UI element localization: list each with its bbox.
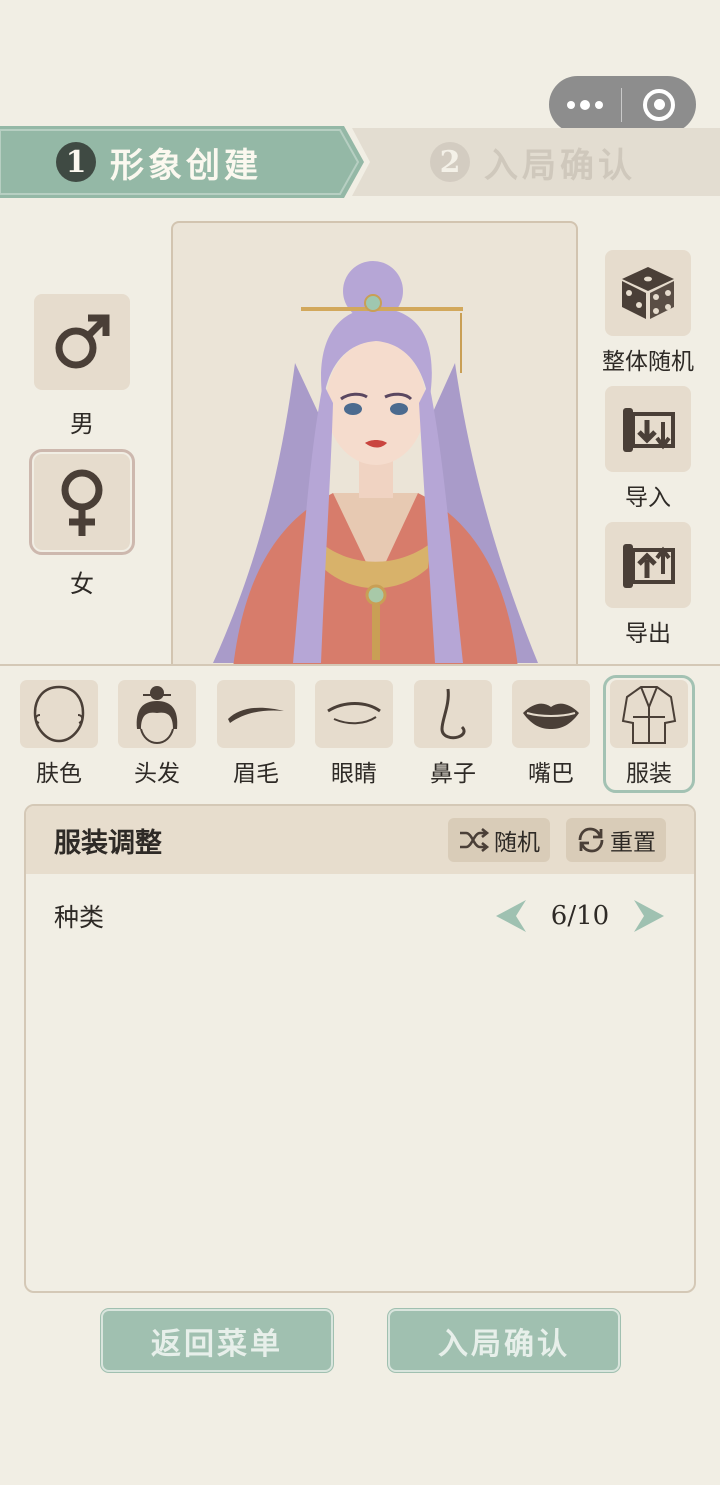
tab-tile[interactable] [118,680,196,748]
tab-clothing[interactable]: 服装 [603,675,695,793]
lips-icon [523,703,579,729]
step-label: 形象创建 [110,145,262,186]
step-image-creation: 1 形象创建 [56,126,262,198]
scroll-export-icon [623,544,675,588]
shuffle-icon [460,827,490,853]
face-outline-icon [33,685,85,743]
hair-bun-icon [136,686,178,745]
section-divider [0,664,720,666]
tab-label: 服装 [626,761,672,787]
tab-tile[interactable] [315,680,393,748]
robe-icon [621,686,677,744]
tab-label: 鼻子 [430,761,476,787]
close-mini-program-button[interactable] [622,88,696,121]
male-label: 男 [70,410,94,438]
random-label: 随机 [494,830,540,856]
clothing-adjust-panel: 服装调整 随机 重置 种类 6/10 [24,804,696,1293]
tab-skin[interactable]: 肤色 [20,680,98,788]
option-value: 6/10 [550,901,610,931]
character-illustration [213,261,538,666]
eye-icon [327,702,381,725]
export-tile[interactable] [605,522,691,608]
nose-icon [440,688,466,740]
random-all-label: 整体随机 [602,349,694,375]
tab-mouth[interactable]: 嘴巴 [512,680,590,788]
target-circle-icon [643,88,675,121]
tab-label: 肤色 [36,761,82,787]
female-symbol-icon [61,469,103,536]
feature-tabs: 肤色 头发 眉毛 眼睛 鼻子 嘴巴 服装 [20,675,700,793]
tab-tile[interactable] [217,680,295,748]
tab-label: 头发 [134,761,180,787]
male-tile[interactable] [34,294,130,390]
female-label: 女 [70,570,94,598]
tab-eyes[interactable]: 眼睛 [315,680,393,788]
tab-tile[interactable] [610,680,688,748]
import-button[interactable]: 导入 [596,386,700,512]
gender-female-button[interactable]: 女 [29,449,135,599]
more-dots-icon[interactable] [549,76,621,133]
dice-tile[interactable] [605,250,691,336]
step-number: 1 [56,142,96,182]
option-label: 种类 [54,903,105,932]
step-number: 2 [430,142,470,182]
refresh-icon [578,827,604,853]
eyebrow-icon [228,707,284,723]
prev-arrow-icon[interactable] [494,898,528,934]
tab-label: 眉毛 [233,761,279,787]
mini-program-capsule [549,76,696,133]
tab-tile[interactable] [414,680,492,748]
import-label: 导入 [625,485,671,511]
option-row-type: 种类 6/10 [26,874,694,958]
next-arrow-icon[interactable] [632,898,666,934]
reset-label: 重置 [610,830,656,856]
confirm-entry-button[interactable]: 入局确认 [388,1309,620,1372]
scroll-import-icon [623,408,675,452]
step-progress-bar: 1 形象创建 2 入局确认 [0,126,720,198]
option-stepper: 6/10 [494,898,666,934]
character-portrait [171,221,578,666]
step-entry-confirm: 2 入局确认 [430,126,636,198]
random-all-button[interactable]: 整体随机 [596,250,700,376]
import-tile[interactable] [605,386,691,472]
export-button[interactable]: 导出 [596,522,700,648]
tab-tile[interactable] [512,680,590,748]
panel-header: 服装调整 随机 重置 [26,806,694,874]
tab-tile[interactable] [20,680,98,748]
tab-nose[interactable]: 鼻子 [414,680,492,788]
tab-label: 嘴巴 [528,761,574,787]
gender-male-button[interactable]: 男 [34,294,130,439]
random-button[interactable]: 随机 [448,818,550,862]
reset-button[interactable]: 重置 [566,818,666,862]
tab-eyebrows[interactable]: 眉毛 [217,680,295,788]
female-tile[interactable] [29,449,135,555]
step-label: 入局确认 [484,145,636,186]
export-label: 导出 [625,621,671,647]
tab-hair[interactable]: 头发 [118,680,196,788]
back-to-menu-button[interactable]: 返回菜单 [101,1309,333,1372]
tab-label: 眼睛 [331,761,377,787]
panel-title: 服装调整 [54,827,162,859]
male-symbol-icon [55,314,110,369]
dice-icon [622,267,674,319]
